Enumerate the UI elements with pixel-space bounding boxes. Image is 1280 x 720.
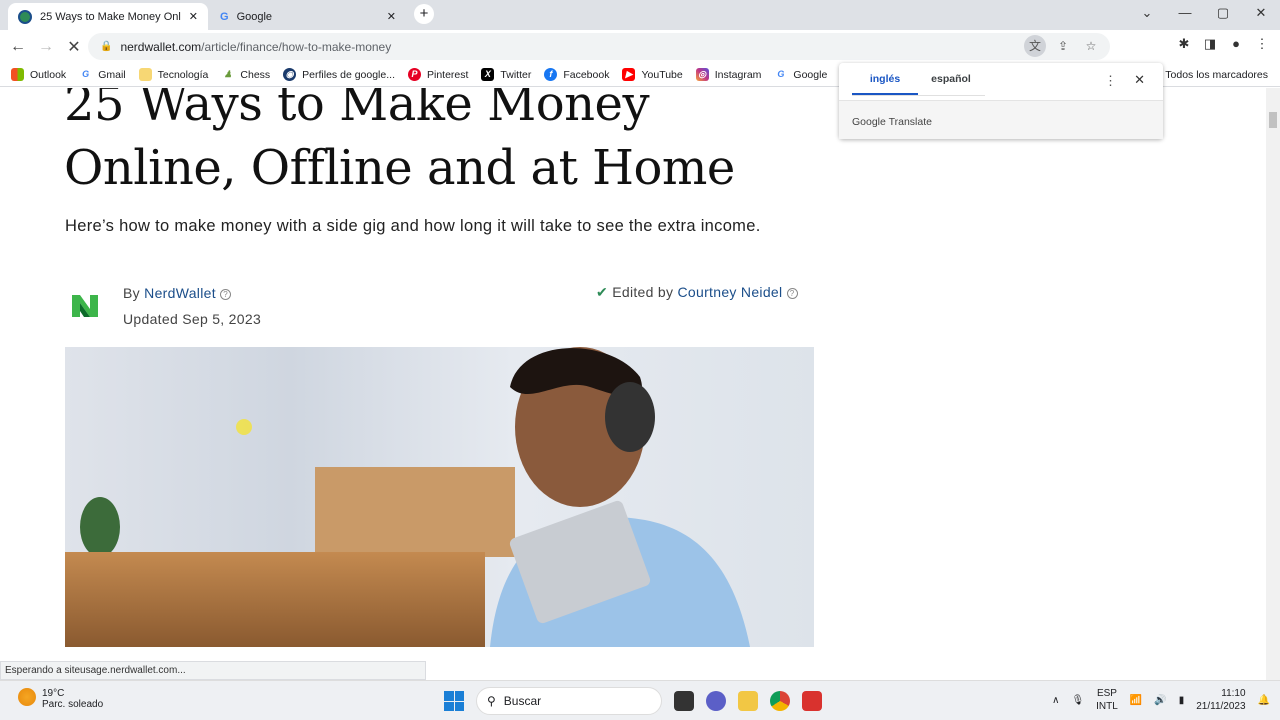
- tab-espanol[interactable]: español: [918, 73, 984, 95]
- tab-ingles[interactable]: inglés: [852, 73, 918, 95]
- article-title: 25 Ways to Make Money Online, Offline an…: [64, 88, 735, 196]
- scroll-thumb[interactable]: [1269, 112, 1277, 128]
- author-link[interactable]: NerdWallet: [144, 285, 216, 301]
- tab-search-icon[interactable]: ⌄: [1128, 0, 1166, 28]
- taskbar-search[interactable]: ⚲ Buscar: [476, 687, 662, 715]
- help-icon[interactable]: ?: [786, 288, 798, 299]
- start-button[interactable]: [444, 691, 464, 711]
- nerdwallet-logo: [72, 295, 98, 317]
- editor-line: ✔ Edited by Courtney Neidel ?: [596, 284, 798, 301]
- tab-bar: 25 Ways to Make Money Online ✕ G Google …: [0, 0, 1280, 30]
- byline: By NerdWallet ?: [123, 285, 232, 301]
- tab-nerdwallet[interactable]: 25 Ways to Make Money Online ✕: [8, 3, 208, 30]
- hero-image: [65, 347, 814, 647]
- scrollbar[interactable]: [1266, 88, 1280, 680]
- language-indicator[interactable]: ESP INTL: [1096, 687, 1118, 713]
- translate-icon[interactable]: 文: [1024, 35, 1046, 57]
- close-icon[interactable]: ✕: [1134, 72, 1145, 88]
- translate-popup: inglés español ⋮ ✕ Google Translate: [839, 63, 1163, 139]
- status-bar: Esperando a siteusage.nerdwallet.com...: [0, 661, 426, 680]
- taskbar: 19°C Parc. soleado ⚲ Buscar ∧ 🎙 ESP INTL 📶 …: [0, 680, 1280, 720]
- folder-icon: [138, 68, 152, 81]
- more-options-icon[interactable]: ⋮: [1104, 73, 1117, 89]
- show-hidden-icons[interactable]: ∧: [1052, 695, 1059, 706]
- close-tab-icon[interactable]: ✕: [387, 10, 396, 23]
- check-icon: ✔: [596, 284, 609, 300]
- bookmark-pinterest[interactable]: P Pinterest: [407, 68, 468, 81]
- bookmark-google[interactable]: G Google: [774, 68, 827, 81]
- app-icon[interactable]: [674, 691, 694, 711]
- bookmark-youtube[interactable]: ▶ YouTube: [622, 68, 683, 81]
- profile-icon[interactable]: ●: [1226, 36, 1246, 52]
- side-panel-icon[interactable]: ◨: [1200, 36, 1220, 52]
- page-content: 25 Ways to Make Money Online, Offline an…: [0, 88, 1266, 660]
- new-tab-button[interactable]: +: [414, 4, 434, 24]
- article-subtitle: Here’s how to make money with a side gig…: [65, 217, 761, 235]
- facebook-icon: f: [544, 68, 558, 81]
- bookmark-perfiles[interactable]: ◉ Perfiles de google...: [283, 68, 395, 81]
- stop-loading-button[interactable]: ✕: [60, 37, 88, 57]
- bookmark-outlook[interactable]: Outlook: [11, 68, 66, 81]
- file-explorer-icon[interactable]: [738, 691, 758, 711]
- weather-widget[interactable]: 19°C Parc. soleado: [18, 688, 103, 710]
- address-bar[interactable]: 🔒 nerdwallet.com/article/finance/how-to-…: [88, 33, 1110, 60]
- app-red-icon[interactable]: [802, 691, 822, 711]
- updated-date: Updated Sep 5, 2023: [123, 311, 262, 327]
- maximize-button[interactable]: ▢: [1204, 0, 1242, 28]
- bookmark-instagram[interactable]: ◎ Instagram: [695, 68, 761, 81]
- back-button[interactable]: ←: [4, 38, 32, 56]
- battery-icon[interactable]: ▮: [1179, 695, 1185, 706]
- instagram-icon: ◎: [695, 68, 709, 81]
- bookmark-tecnologia[interactable]: Tecnología: [138, 68, 208, 81]
- nerdwallet-favicon: [18, 9, 32, 24]
- google-icon: G: [82, 69, 90, 79]
- forward-button[interactable]: →: [32, 38, 60, 56]
- help-icon[interactable]: ?: [220, 289, 232, 300]
- profile-target-icon: ◉: [283, 68, 297, 81]
- toolbar: ← → ✕ 🔒 nerdwallet.com/article/finance/h…: [0, 30, 1280, 63]
- extensions-icon[interactable]: ✱: [1174, 36, 1194, 52]
- share-icon[interactable]: ⇪: [1052, 35, 1074, 57]
- google-icon: G: [777, 69, 785, 79]
- bookmark-gmail[interactable]: G Gmail: [79, 68, 125, 81]
- menu-icon[interactable]: ⋮: [1252, 36, 1272, 52]
- editor-link[interactable]: Courtney Neidel: [678, 284, 783, 300]
- x-icon: X: [481, 68, 495, 81]
- teams-icon[interactable]: [706, 691, 726, 711]
- clock[interactable]: 11:10 21/11/2023: [1196, 687, 1245, 713]
- minimize-button[interactable]: —: [1166, 0, 1204, 28]
- bookmark-chess[interactable]: ♟ Chess: [221, 68, 270, 81]
- close-window-button[interactable]: ✕: [1242, 0, 1280, 28]
- lock-icon: 🔒: [100, 41, 113, 52]
- tab-google[interactable]: G Google ✕: [210, 3, 406, 30]
- translate-footer: Google Translate: [839, 100, 1163, 139]
- microphone-icon[interactable]: 🎙: [1071, 695, 1084, 706]
- youtube-icon: ▶: [622, 68, 636, 81]
- close-tab-icon[interactable]: ✕: [189, 10, 198, 23]
- pinterest-icon: P: [407, 68, 421, 81]
- wifi-icon[interactable]: 📶: [1130, 695, 1142, 706]
- bookmark-facebook[interactable]: f Facebook: [544, 68, 609, 81]
- bookmark-twitter[interactable]: X Twitter: [481, 68, 531, 81]
- microsoft-icon: [11, 68, 24, 81]
- all-bookmarks[interactable]: Todos los marcadores: [1165, 69, 1268, 81]
- mouse-cursor: [236, 419, 252, 435]
- notification-bell-icon[interactable]: 🔔: [1258, 695, 1270, 706]
- star-icon[interactable]: ☆: [1080, 35, 1102, 57]
- weather-icon: [18, 688, 36, 706]
- chrome-icon[interactable]: [770, 691, 790, 711]
- chess-icon: ♟: [223, 69, 232, 79]
- volume-icon[interactable]: 🔊: [1154, 695, 1166, 706]
- search-icon: ⚲: [487, 694, 496, 708]
- google-favicon: G: [220, 10, 229, 23]
